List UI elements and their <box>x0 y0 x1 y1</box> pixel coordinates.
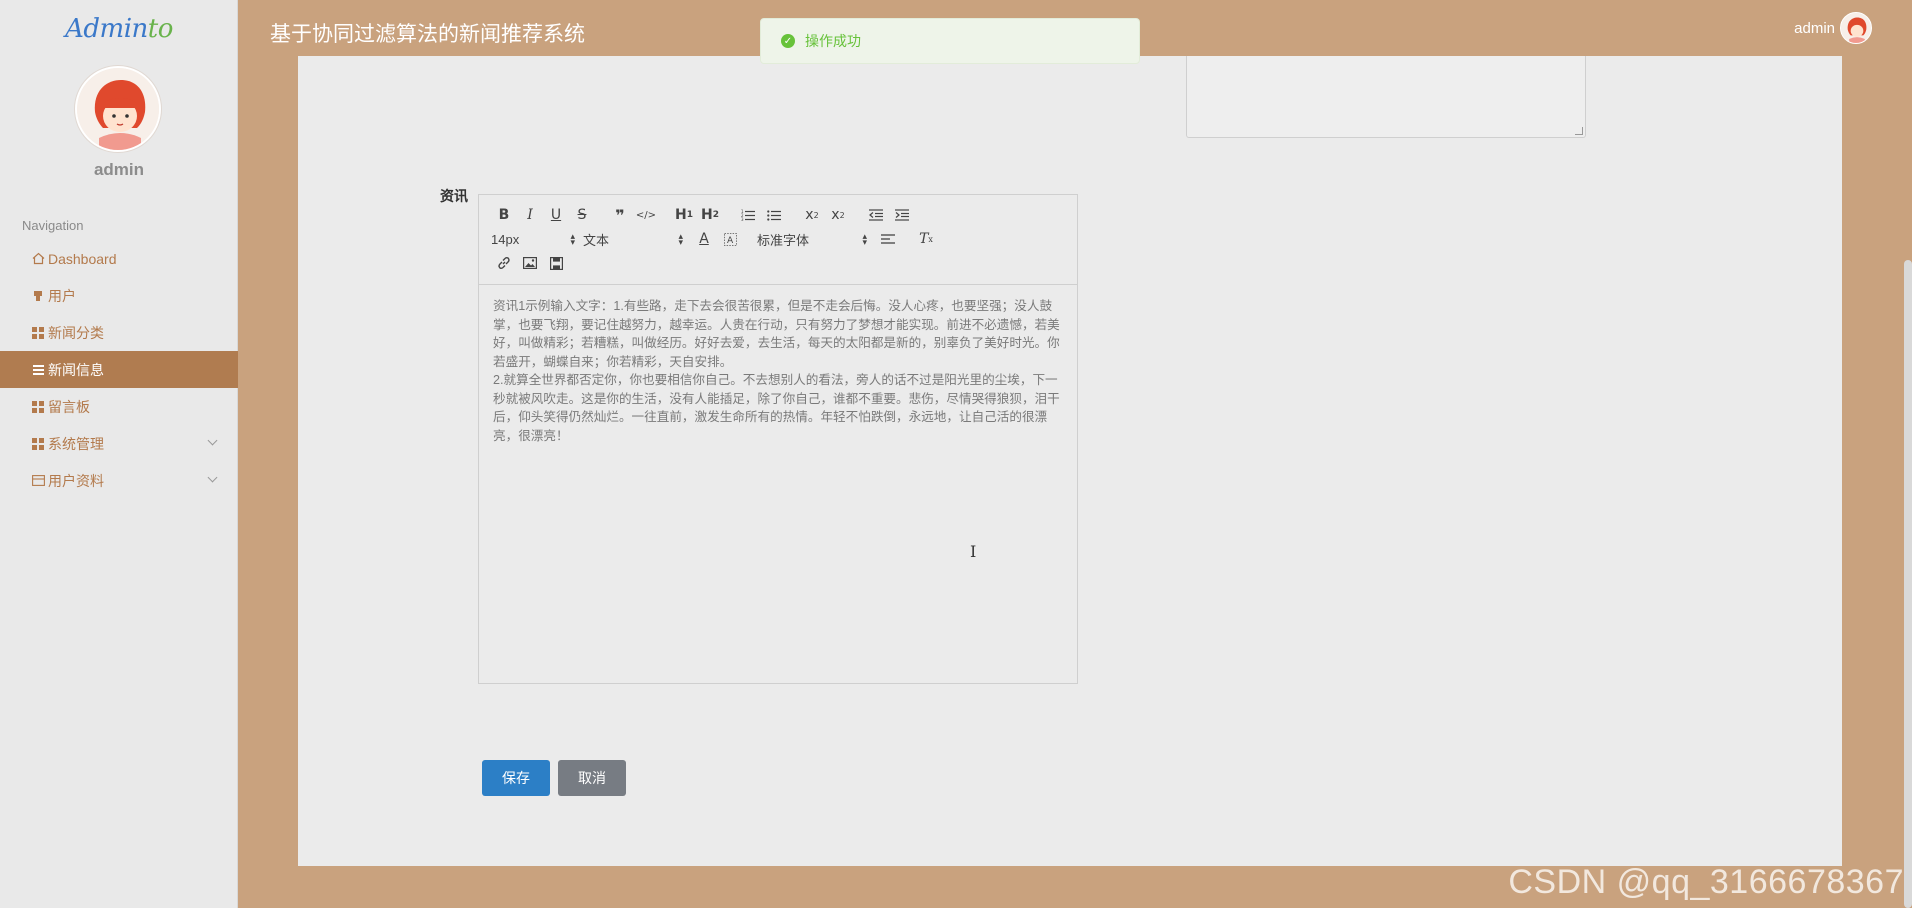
header-select[interactable]: 文本 ▴ ▾ <box>583 228 691 250</box>
sidebar-username: admin <box>93 160 145 179</box>
clear-format-icon[interactable]: Tx <box>913 228 939 250</box>
sidebar-nav: Dashboard 用户 新闻分类 新闻信息 留言板 系统管理 用户资料 <box>0 240 238 499</box>
main-panel: 资讯 B I U S ❞ </> H1 H2 123 x 2 x 2 14px … <box>298 56 1842 866</box>
save-button[interactable]: 保存 <box>482 760 550 796</box>
sidebar-item-label: Dashboard <box>48 250 117 267</box>
field-label-news: 资讯 <box>440 188 468 204</box>
font-size-select[interactable]: 14px ▴ ▾ <box>491 228 583 250</box>
success-toast: ✓ 操作成功 <box>760 18 1140 64</box>
select-arrows-icon: ▴ ▾ <box>678 231 683 247</box>
previous-textarea[interactable] <box>1186 56 1586 138</box>
subscript-icon[interactable]: x2 <box>799 204 825 226</box>
sidebar-item-user-profile[interactable]: 用户资料 <box>0 462 238 499</box>
page-title: 基于协同过滤算法的新闻推荐系统 <box>270 23 585 46</box>
sidebar-item-dashboard[interactable]: Dashboard <box>0 240 238 277</box>
check-circle-icon: ✓ <box>781 34 795 48</box>
select-arrows-icon: ▴ ▾ <box>862 231 867 247</box>
sidebar: Adminto admin Navigation Dashboard 用户 新闻… <box>0 0 238 908</box>
ordered-list-icon[interactable]: 123 <box>735 204 761 226</box>
code-block-icon[interactable]: </> <box>633 204 659 226</box>
underline-icon[interactable]: U <box>543 204 569 226</box>
sidebar-item-system-admin[interactable]: 系统管理 <box>0 425 238 462</box>
chevron-down-icon <box>207 435 218 446</box>
select-arrows-icon: ▴ ▾ <box>570 231 575 247</box>
bold-icon[interactable]: B <box>491 204 517 226</box>
list-icon <box>31 363 45 377</box>
sidebar-item-label: 新闻信息 <box>48 361 104 378</box>
svg-text:3: 3 <box>741 217 744 221</box>
sidebar-item-label: 用户资料 <box>48 472 104 489</box>
watermark: CSDN @qq_3166678367 <box>1508 863 1904 901</box>
blockquote-icon[interactable]: ❞ <box>607 204 633 226</box>
toast-message: 操作成功 <box>805 33 861 49</box>
sidebar-item-news-category[interactable]: 新闻分类 <box>0 314 238 351</box>
resize-handle-icon[interactable] <box>1575 127 1583 135</box>
svg-text:A: A <box>727 236 734 246</box>
app-logo[interactable]: Adminto <box>0 14 238 44</box>
font-family-select[interactable]: 标准字体 ▴ ▾ <box>757 228 875 250</box>
editor-toolbar: B I U S ❞ </> H1 H2 123 x2 x2 14px ▴ ▾ 文… <box>479 195 1077 285</box>
indent-icon[interactable] <box>889 204 915 226</box>
text-cursor-icon: I <box>970 542 977 561</box>
sidebar-item-label: 用户 <box>48 287 76 304</box>
sidebar-item-label: 新闻分类 <box>48 324 104 341</box>
link-icon[interactable] <box>491 252 517 274</box>
grid-icon <box>31 326 45 340</box>
sidebar-item-news-info[interactable]: 新闻信息 <box>0 351 238 388</box>
sidebar-item-users[interactable]: 用户 <box>0 277 238 314</box>
cancel-button[interactable]: 取消 <box>558 760 626 796</box>
superscript-icon[interactable]: x2 <box>825 204 851 226</box>
nav-title: Navigation <box>22 218 84 233</box>
user-avatar[interactable] <box>1840 12 1872 44</box>
sidebar-item-message-board[interactable]: 留言板 <box>0 388 238 425</box>
page-scrollbar[interactable] <box>1904 260 1912 908</box>
home-icon <box>31 252 45 266</box>
sidebar-item-label: 留言板 <box>48 398 90 415</box>
bullet-list-icon[interactable] <box>761 204 787 226</box>
heading2-icon[interactable]: H2 <box>697 204 723 226</box>
grid-icon <box>31 437 45 451</box>
heading1-icon[interactable]: H1 <box>671 204 697 226</box>
italic-icon[interactable]: I <box>517 204 543 226</box>
rich-text-editor: B I U S ❞ </> H1 H2 123 x2 x2 14px ▴ ▾ 文… <box>478 194 1078 684</box>
editor-content[interactable]: 资讯1示例输入文字：1.有些路，走下去会很苦很累，但是不走会后悔。没人心疼，也要… <box>479 285 1077 457</box>
font-color-icon[interactable]: A <box>691 228 717 250</box>
chevron-down-icon <box>207 472 218 483</box>
video-icon[interactable] <box>543 252 569 274</box>
user-icon <box>31 289 45 303</box>
sidebar-item-label: 系统管理 <box>48 435 104 452</box>
editor-paragraph: 资讯1示例输入文字：1.有些路，走下去会很苦很累，但是不走会后悔。没人心疼，也要… <box>493 299 1060 443</box>
background-color-icon[interactable]: A <box>717 228 743 250</box>
outdent-icon[interactable] <box>863 204 889 226</box>
image-icon[interactable] <box>517 252 543 274</box>
card-icon <box>31 474 45 488</box>
strikethrough-icon[interactable]: S <box>569 204 595 226</box>
align-icon[interactable] <box>875 228 901 250</box>
avatar[interactable] <box>75 66 161 152</box>
grid-icon <box>31 400 45 414</box>
header-username[interactable]: admin <box>1794 20 1835 37</box>
